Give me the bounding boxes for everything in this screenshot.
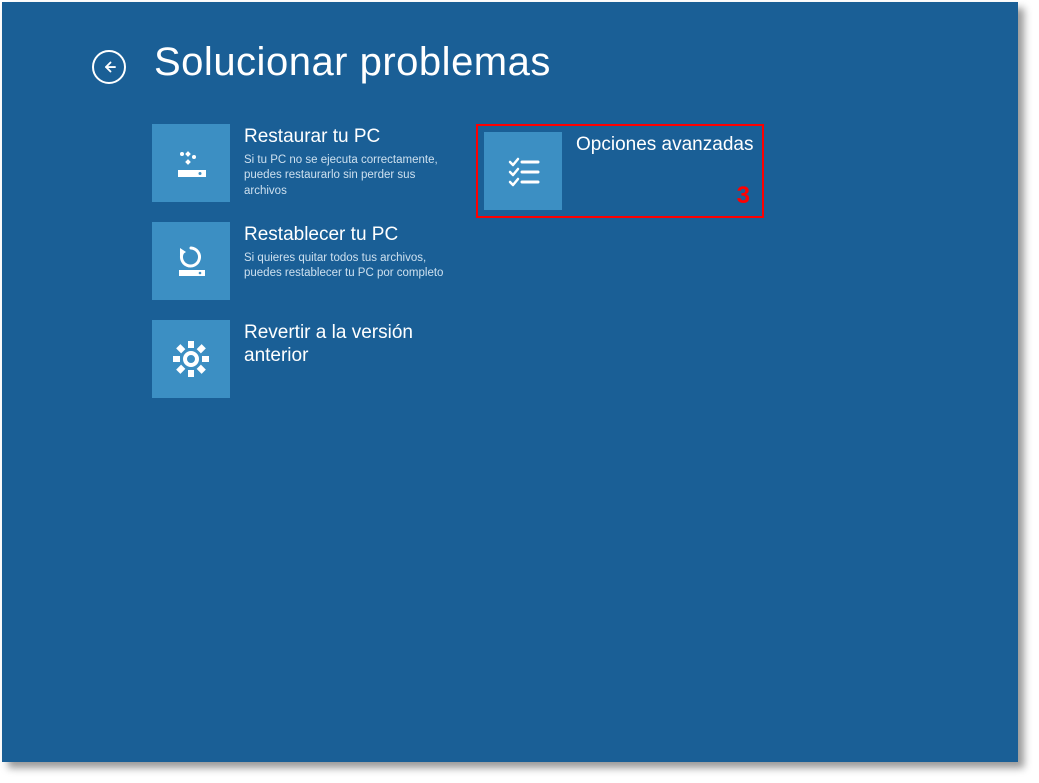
header: Solucionar problemas <box>92 40 551 85</box>
restore-icon <box>152 124 230 202</box>
highlight-annotation: Opciones avanzadas 3 <box>476 124 764 218</box>
option-revert-title: Revertir a la versión anterior <box>244 322 452 368</box>
back-button[interactable] <box>92 50 126 84</box>
option-restore-pc[interactable]: Restaurar tu PC Si tu PC no se ejecuta c… <box>152 124 452 202</box>
option-advanced-title: Opciones avanzadas <box>576 134 753 157</box>
option-revert-version[interactable]: Revertir a la versión anterior <box>152 320 452 398</box>
advanced-options-icon <box>484 132 562 210</box>
page-title: Solucionar problemas <box>154 40 551 85</box>
option-reset-title: Restablecer tu PC <box>244 224 452 247</box>
option-restore-desc: Si tu PC no se ejecuta correctamente, pu… <box>244 153 452 200</box>
option-reset-desc: Si quieres quitar todos tus archivos, pu… <box>244 251 452 282</box>
annotation-number: 3 <box>737 182 750 210</box>
gear-icon <box>152 320 230 398</box>
option-restore-title: Restaurar tu PC <box>244 126 452 149</box>
back-arrow-icon <box>100 58 118 76</box>
reset-icon <box>152 222 230 300</box>
option-advanced-options[interactable]: Opciones avanzadas <box>484 132 756 210</box>
troubleshoot-panel: Solucionar problemas Restaurar tu PC <box>2 2 1018 762</box>
option-reset-pc[interactable]: Restablecer tu PC Si quieres quitar todo… <box>152 222 452 300</box>
options-container: Restaurar tu PC Si tu PC no se ejecuta c… <box>152 124 764 398</box>
